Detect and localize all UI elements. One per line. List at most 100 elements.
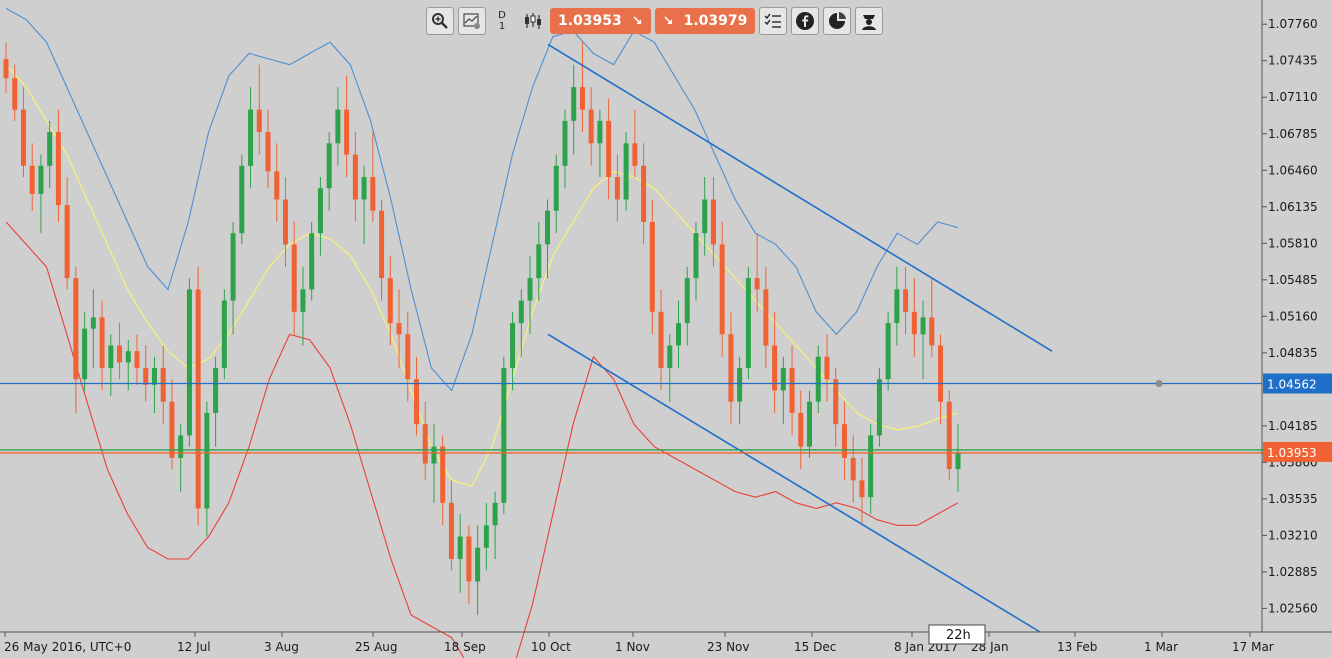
bear-candle xyxy=(3,59,9,79)
bull-candle xyxy=(47,132,53,166)
bull-candle xyxy=(317,188,323,234)
horizontal-line-price-label: 1.04562 xyxy=(1267,377,1317,391)
bear-candle xyxy=(719,244,725,335)
bull-candle xyxy=(676,323,682,346)
bear-candle xyxy=(370,177,376,211)
facebook-share-button[interactable] xyxy=(791,7,820,35)
bear-candle xyxy=(850,457,856,481)
time-tick-label: 13 Feb xyxy=(1057,640,1097,654)
bear-candle xyxy=(632,143,638,166)
bear-candle xyxy=(938,345,944,402)
sell-price: 1.03953 xyxy=(558,13,622,29)
timeframe-letter: D xyxy=(498,10,506,21)
bull-candle xyxy=(780,367,786,391)
upper-trendline xyxy=(547,43,1053,352)
bear-candle xyxy=(763,289,769,346)
time-tick-label: 1 Nov xyxy=(615,640,650,654)
bull-candle xyxy=(492,502,498,526)
bull-candle xyxy=(108,345,114,368)
bear-candle xyxy=(379,210,385,279)
bear-candle xyxy=(29,165,35,194)
bull-candle xyxy=(702,199,708,234)
candle-countdown-label: 22h xyxy=(946,628,971,643)
bull-candle xyxy=(125,351,131,363)
bull-candle xyxy=(221,300,227,368)
bull-candle xyxy=(693,233,699,279)
bull-candle xyxy=(457,536,463,559)
bull-candle xyxy=(204,412,210,509)
bear-candle xyxy=(579,87,585,110)
upper-bollinger-band xyxy=(5,8,959,392)
bull-candle xyxy=(82,328,88,380)
buy-price: 1.03979 xyxy=(683,13,748,29)
bull-candle xyxy=(186,289,192,436)
price-chart[interactable]: 1.07760 1.07435 1.07110 1.06785 1.06460 1.061… xyxy=(0,0,1332,658)
bull-candle xyxy=(536,244,542,279)
bull-candle xyxy=(239,165,245,234)
sentiment-button[interactable] xyxy=(823,7,852,35)
bull-candle xyxy=(248,109,254,166)
bear-candle xyxy=(649,221,655,312)
bull-candle xyxy=(483,525,489,548)
bear-candle xyxy=(265,132,271,172)
bear-candle xyxy=(64,205,70,279)
bear-candle xyxy=(256,109,262,133)
price-tick-label: 1.07760 xyxy=(1268,17,1318,31)
bear-candle xyxy=(55,132,61,206)
bear-candle xyxy=(606,120,612,178)
bull-candle xyxy=(475,547,481,582)
bear-candle xyxy=(833,379,839,425)
time-tick-label: 18 Sep xyxy=(444,640,486,654)
chart-settings-button[interactable] xyxy=(458,7,486,35)
buy-arrow-icon: ↘ xyxy=(662,13,674,29)
time-tick-label: 23 Nov xyxy=(707,640,750,654)
price-tick-label: 1.06460 xyxy=(1268,163,1318,177)
bear-candle xyxy=(274,171,280,200)
bull-candle xyxy=(326,143,332,189)
bear-candle xyxy=(143,367,149,385)
bull-candle xyxy=(737,367,743,402)
bear-candle xyxy=(614,177,620,200)
bear-candle xyxy=(754,278,760,290)
time-tick-label: 17 Mar xyxy=(1232,640,1274,654)
bull-candle xyxy=(667,345,673,368)
bull-candle xyxy=(920,317,926,335)
bear-candle xyxy=(710,199,716,245)
bull-candle xyxy=(178,435,184,458)
bear-candle xyxy=(396,323,402,335)
bear-candle xyxy=(824,356,830,380)
price-tick-label: 1.04185 xyxy=(1268,419,1318,433)
indicators-list-icon xyxy=(764,13,782,28)
indicators-list-button[interactable] xyxy=(759,7,788,35)
bull-candle xyxy=(684,278,690,324)
price-tick-label: 1.02885 xyxy=(1268,565,1318,579)
bear-candle xyxy=(588,109,594,144)
price-tick-label: 1.03210 xyxy=(1268,528,1318,542)
bear-candle xyxy=(99,317,105,368)
time-tick-label: 26 May 2016, UTC+0 xyxy=(4,640,131,654)
bear-candle xyxy=(291,244,297,312)
bear-candle xyxy=(134,351,140,368)
bull-candle xyxy=(527,278,533,301)
bull-candle xyxy=(230,233,236,301)
bull-candle xyxy=(745,278,751,368)
zoom-button[interactable] xyxy=(426,7,454,35)
bull-candle xyxy=(309,233,315,290)
trader-button[interactable] xyxy=(855,7,884,35)
bull-candle xyxy=(597,120,603,144)
chart-type-button[interactable] xyxy=(518,7,546,35)
price-tick-label: 1.05485 xyxy=(1268,273,1318,287)
timeframe-selector[interactable]: D 1 xyxy=(490,7,514,35)
bear-candle xyxy=(12,78,18,110)
bull-candle xyxy=(510,323,516,368)
buy-price-button[interactable]: ↘ 1.03979 xyxy=(654,8,756,34)
bear-candle xyxy=(440,446,446,503)
chart-stage: 1.07760 1.07435 1.07110 1.06785 1.06460 1.061… xyxy=(0,0,1332,658)
time-tick-label: 15 Dec xyxy=(794,640,836,654)
bear-candle xyxy=(413,379,419,425)
sell-price-button[interactable]: 1.03953 ↘ xyxy=(550,8,651,34)
price-tick-label: 1.05810 xyxy=(1268,236,1318,250)
bull-candle xyxy=(300,289,306,312)
bull-candle xyxy=(885,323,891,380)
sentiment-icon xyxy=(829,12,847,29)
